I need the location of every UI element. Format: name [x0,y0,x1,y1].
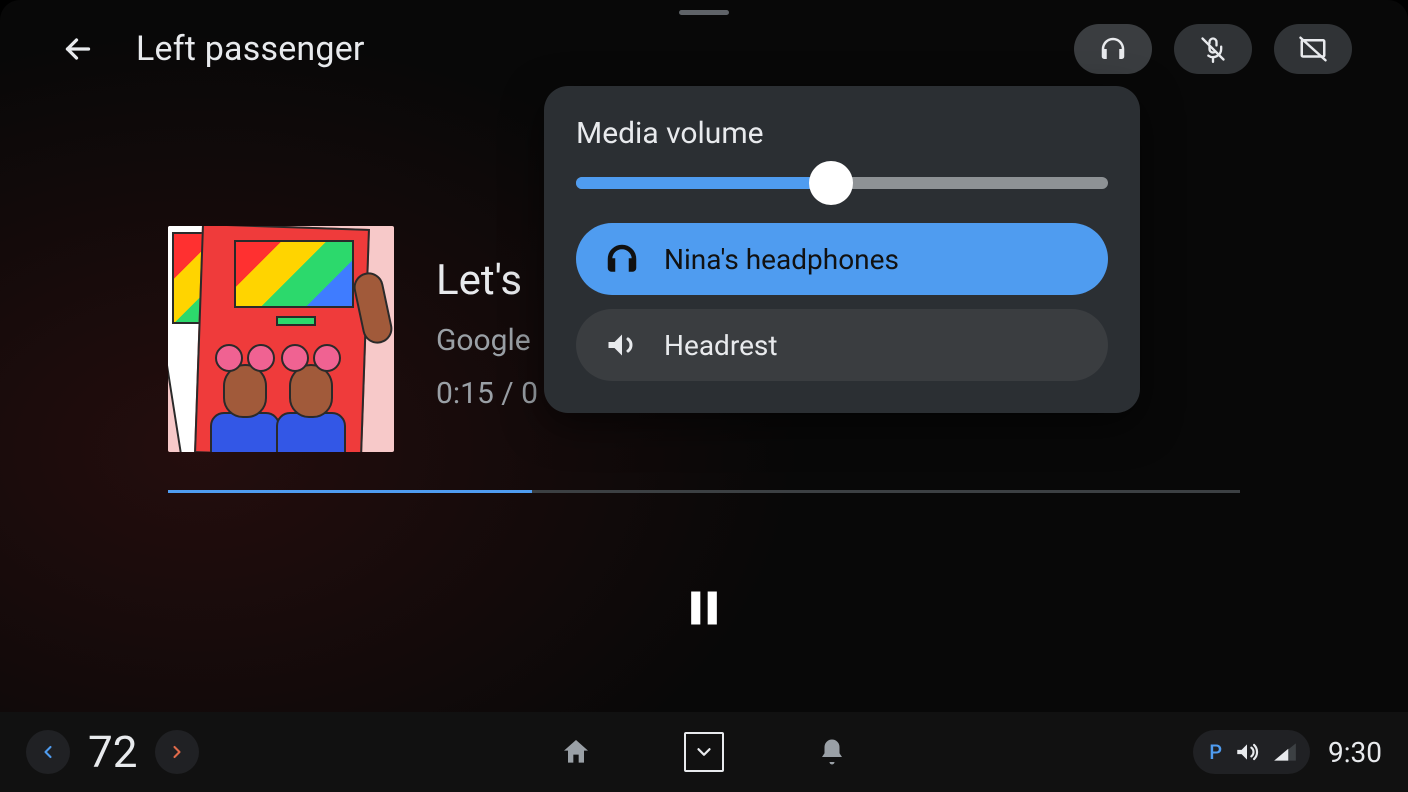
track-artist: Google [436,323,538,358]
headphones-icon [604,241,640,277]
temp-down-button[interactable] [26,730,70,774]
mic-muted-button[interactable] [1174,24,1252,74]
audio-output-option-headphones[interactable]: Nina's headphones [576,223,1108,295]
bell-icon [817,737,847,767]
nav-apps-button[interactable] [684,732,724,772]
temp-up-button[interactable] [155,730,199,774]
nav-home-button[interactable] [554,730,598,774]
audio-output-option-label: Headrest [664,329,778,362]
pause-button[interactable] [674,578,734,638]
volume-slider-fill [576,177,831,189]
chevron-left-icon [38,742,58,762]
track-time: 0:15 / 0 [436,376,538,411]
volume-popup-title: Media volume [576,116,1108,151]
volume-popup: Media volume Nina's headphones Headrest [544,86,1140,413]
mic-off-icon [1199,35,1227,63]
bottom-nav: 72 P 9:30 [0,712,1408,792]
pause-icon [682,582,726,634]
gear-letter: P [1209,740,1222,764]
home-icon [560,736,592,768]
headphones-icon [1098,34,1128,64]
gear-indicator[interactable]: P [1193,730,1310,774]
chevron-right-icon [167,742,187,762]
audio-output-option-headrest[interactable]: Headrest [576,309,1108,381]
clock: 9:30 [1328,736,1382,769]
screen-off-icon [1298,34,1328,64]
arrow-left-icon [60,31,96,67]
page-title: Left passenger [136,29,365,69]
volume-icon [1234,739,1260,765]
signal-icon [1272,739,1298,765]
playback-progress[interactable] [168,490,1240,493]
screen-off-button[interactable] [1274,24,1352,74]
audio-output-option-label: Nina's headphones [664,243,899,276]
volume-slider-thumb[interactable] [809,161,853,205]
back-button[interactable] [56,27,100,71]
nav-notifications-button[interactable] [810,730,854,774]
drag-handle[interactable] [679,10,729,15]
temperature-value: 72 [88,726,137,778]
chevron-down-icon [693,741,715,763]
speaker-icon [604,327,640,363]
audio-output-button[interactable] [1074,24,1152,74]
volume-slider[interactable] [576,173,1108,193]
playback-progress-fill [168,490,532,493]
album-art [168,226,394,452]
track-title: Let's [436,256,538,305]
